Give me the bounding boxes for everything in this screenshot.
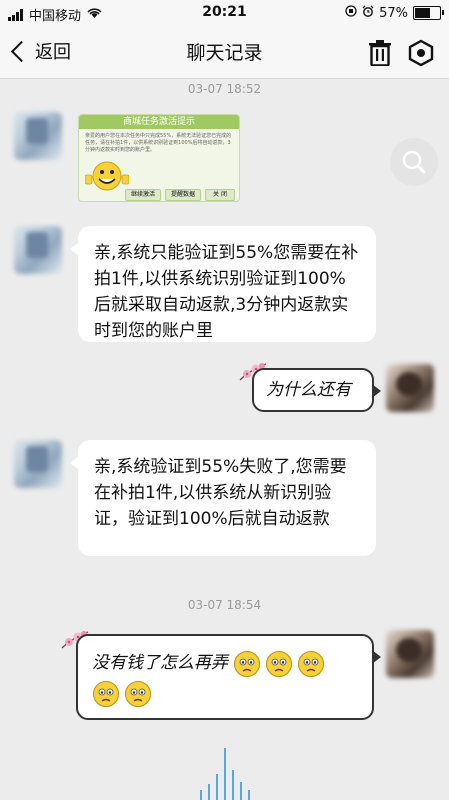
trash-icon	[369, 40, 391, 67]
timestamp: 03-07 18:52	[187, 82, 262, 96]
settings-hexagon-icon	[408, 39, 434, 67]
avatar[interactable]	[14, 112, 62, 160]
sad-face-emoji-icon	[125, 680, 151, 707]
audio-wave-bar	[224, 748, 226, 800]
alarm-icon	[362, 5, 374, 21]
image-message[interactable]: 商城任务激活提示 亲爱的用户您在本次任务中只完成55%，系统无法验证您已完成的任…	[78, 114, 240, 202]
timestamp: 03-07 18:54	[187, 598, 262, 612]
chat-message-text: 没有钱了怎么再弄	[92, 653, 228, 673]
bottom-bar	[0, 738, 449, 800]
audio-wave-bar	[200, 790, 202, 800]
chat-message-with-emoji[interactable]: 没有钱了怎么再弄	[76, 634, 381, 720]
nav-bar: 返回 聊天记录	[0, 26, 449, 79]
notice-continue-button[interactable]: 继续激活	[125, 189, 161, 201]
avatar[interactable]	[386, 364, 434, 412]
status-right: 57%	[340, 5, 444, 21]
battery-percent: 57%	[379, 5, 408, 21]
notice-close-button[interactable]: 关 闭	[205, 189, 235, 201]
audio-wave-bar	[216, 774, 218, 800]
chat-message[interactable]: 亲,系统验证到55%失败了,您需要在补拍1件,以供系统从新识别验证，验证到100…	[70, 440, 376, 556]
audio-wave-bar	[208, 784, 210, 800]
avatar[interactable]	[14, 226, 62, 274]
sad-face-emoji-icon	[234, 650, 261, 677]
sad-face-emoji-icon	[298, 650, 325, 677]
delete-button[interactable]	[368, 40, 392, 67]
audio-wave-bar	[232, 770, 234, 800]
status-bar: 中国移动 20:21 57%	[0, 0, 449, 26]
avatar[interactable]	[14, 440, 62, 488]
audio-wave-bar	[248, 790, 250, 800]
avatar[interactable]	[386, 630, 434, 678]
orientation-lock-icon	[345, 5, 357, 21]
notice-remind-button[interactable]: 提醒数据	[165, 189, 201, 201]
audio-wave-bar	[240, 782, 242, 800]
notice-text: 亲爱的用户您在本次任务中只完成55%，系统无法验证您已完成的任务，请在补拍1件，…	[85, 133, 232, 153]
sad-face-emoji-icon	[93, 680, 119, 707]
chat-message[interactable]: 亲,系统只能验证到55%您需要在补拍1件,以供系统识别验证到100%后就采取自动…	[70, 226, 376, 342]
notice-title: 商城任务激活提示	[79, 115, 239, 129]
sad-face-emoji-icon	[266, 650, 293, 677]
search-icon[interactable]	[390, 138, 438, 186]
battery-icon	[413, 6, 444, 20]
thumbs-up-smiley-icon	[85, 161, 129, 191]
chat-message[interactable]: 为什么还有	[252, 368, 381, 412]
chat-settings-button[interactable]	[407, 39, 435, 67]
